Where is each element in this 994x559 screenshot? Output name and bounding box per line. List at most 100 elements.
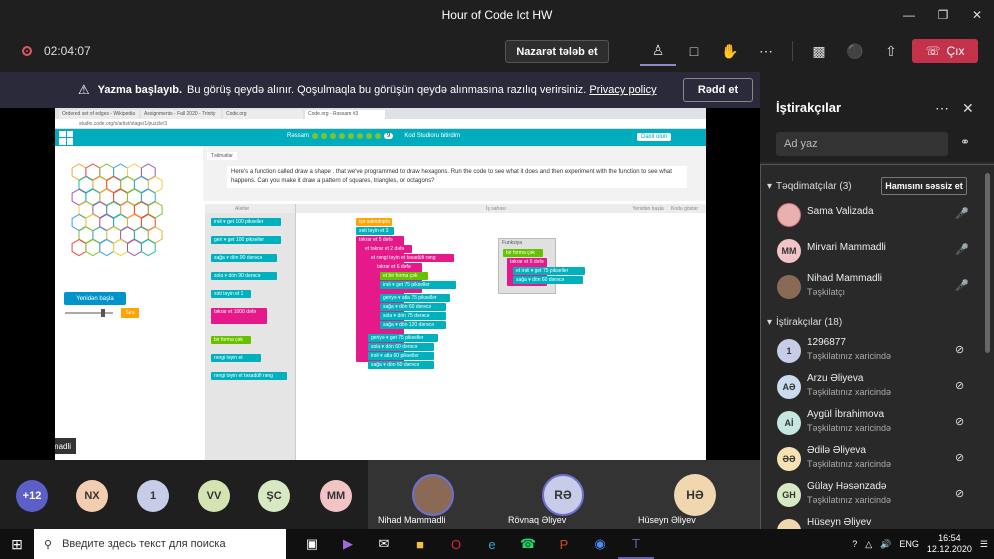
browser-tab-active[interactable]: Code.org - Rəssam #3 <box>305 110 385 119</box>
network-icon[interactable]: △ <box>865 539 872 550</box>
work-block[interactable]: sağa ▾ dön 120 dərəcə <box>380 321 446 329</box>
windows-start-icon[interactable]: ⊞ <box>0 529 34 559</box>
video-tile[interactable]: Nihad Mammadli <box>368 460 498 529</box>
work-block[interactable]: sağa ▾ dön 60 dərəcə <box>380 303 446 311</box>
participant-row[interactable]: ƏƏ Ədilə Əliyeva Təşkilatınız xaricində … <box>777 443 977 475</box>
volume-icon[interactable]: 🔊 <box>880 539 891 550</box>
participant-row[interactable]: AƏ Arzu Əliyeva Təşkilatınız xaricində ⊘ <box>777 371 977 403</box>
mic-icon[interactable]: ⚫ <box>837 36 873 66</box>
maximize-button[interactable]: ❐ <box>926 0 960 30</box>
restart-button[interactable]: Yenidən başla <box>632 206 663 212</box>
reset-button[interactable]: Yenidən başla <box>64 292 126 305</box>
work-block[interactable]: geriyə ▾ get 75 pikseller <box>368 334 438 342</box>
raise-hand-icon[interactable]: ✋ <box>712 36 748 66</box>
attendees-section-header[interactable]: ▾ İştirakçılar (18) <box>767 317 842 328</box>
people-icon[interactable]: ♙ <box>640 36 676 66</box>
participant-row[interactable]: GH Gülay Həsənzadə Təşkilatınız xaricind… <box>777 479 977 511</box>
work-block[interactable]: et təkrar et 2 dəfə <box>362 245 412 253</box>
teams-icon[interactable]: T <box>618 529 654 559</box>
chat-icon[interactable]: □ <box>676 36 712 66</box>
notifications-icon[interactable]: ☰ <box>980 539 988 550</box>
visual-studio-icon[interactable]: ▶ <box>330 529 366 559</box>
scrollbar[interactable] <box>985 173 990 353</box>
mute-all-button[interactable]: Hamısını səssiz et <box>881 177 967 195</box>
browser-url[interactable]: studio.code.org/s/artist/stage/1/puzzle/… <box>55 119 706 129</box>
overflow-participants-bubble[interactable]: +12 <box>16 480 48 512</box>
browser-tab[interactable]: Code.org <box>223 110 303 119</box>
minimize-button[interactable]: — <box>892 0 926 30</box>
more-icon[interactable]: ⋯ <box>748 36 784 66</box>
speed-slider[interactable] <box>65 309 113 317</box>
more-options-icon[interactable]: ⋯ <box>935 100 949 117</box>
toolbox-block[interactable]: geri ▾ get 100 pikseller <box>211 236 281 244</box>
toolbox-block[interactable]: təkrar et 1000 dəfə <box>211 308 267 324</box>
attendees-count: İştirakçılar (18) <box>776 317 843 328</box>
toolbox-block[interactable]: sağa ▾ dön 90 dərəcə <box>211 254 277 262</box>
presenters-section-header[interactable]: ▾ Təqdimatçılar (3) <box>767 181 852 192</box>
language-indicator[interactable]: ENG <box>899 539 919 549</box>
close-icon[interactable]: ✕ <box>962 100 974 117</box>
file-explorer-icon[interactable]: ■ <box>402 529 438 559</box>
participant-bubble[interactable]: MM <box>320 480 352 512</box>
video-tile[interactable]: HƏ Hüseyn Əliyev <box>628 460 760 529</box>
work-block[interactable]: irəli ▾ get 75 pikseller <box>380 281 456 289</box>
toolbox-block[interactable]: bir forma çək <box>211 336 251 344</box>
request-control-button[interactable]: Nazarət tələb et <box>505 40 609 63</box>
opera-icon[interactable]: O <box>438 529 474 559</box>
dismiss-banner-button[interactable]: Rədd et <box>683 78 753 102</box>
function-block[interactable]: bir forma çək <box>503 249 543 257</box>
function-block[interactable]: et irəli ▾ get 75 pikseller <box>513 267 585 275</box>
share-icon[interactable]: ⇧ <box>873 36 909 66</box>
participant-row[interactable]: MM Mirvari Mammadli 🎤 <box>777 235 977 267</box>
work-block[interactable]: irəli ▾ atla 60 pikseller <box>368 352 434 360</box>
participant-bubble[interactable]: 1 <box>137 480 169 512</box>
browser-tab[interactable]: Ordered set of edges - Wikipedia <box>59 110 139 119</box>
task-view-icon[interactable]: ▣ <box>294 529 330 559</box>
function-block[interactable]: sağa ▾ dön 60 dərəcə <box>513 276 583 284</box>
participant-search-input[interactable]: Ad yaz <box>776 132 948 156</box>
participant-bubble[interactable]: ŞC <box>258 480 290 512</box>
avatar <box>777 519 801 529</box>
leave-button[interactable]: ☏ Çıx <box>912 39 978 63</box>
participant-bubble[interactable]: NX <box>76 480 108 512</box>
step-button[interactable]: Sıra <box>121 308 139 318</box>
participant-row[interactable]: Nihad Mammadli Təşkilatçı 🎤 <box>777 271 977 303</box>
video-tile[interactable]: RƏ Rövnaq Əliyev <box>498 460 628 529</box>
help-icon[interactable]: ? <box>852 539 857 549</box>
clock[interactable]: 16:54 12.12.2020 <box>927 533 972 555</box>
participant-row[interactable]: 1 1296877 Təşkilatınız xaricində ⊘ <box>777 335 977 367</box>
chrome-icon[interactable]: ◉ <box>582 529 618 559</box>
participant-bubble[interactable]: VV <box>198 480 230 512</box>
privacy-policy-link[interactable]: Privacy policy <box>589 84 656 96</box>
work-block[interactable]: sola ▾ dön 60 dərəcə <box>368 343 434 351</box>
instructions-tab[interactable]: Təlimatlar <box>207 152 237 160</box>
toolbox-block[interactable]: rəngi təyin et təsadüfi rəng <box>211 372 287 380</box>
signin-button[interactable]: Daxil olun <box>637 133 672 141</box>
toolbox-block[interactable]: rəngi təyin et <box>211 354 261 362</box>
work-block[interactable]: işə salındıqda <box>356 218 392 226</box>
whatsapp-icon[interactable]: ☎ <box>510 529 546 559</box>
participant-row[interactable]: Hüseyn Əliyev <box>777 515 977 529</box>
work-block[interactable]: et rəngi təyin et təsadüfi rəng <box>368 254 454 262</box>
participant-name: Aygül İbrahimova <box>807 409 885 420</box>
close-window-button[interactable]: ✕ <box>960 0 994 30</box>
camera-off-icon[interactable]: ▩ <box>801 36 837 66</box>
edge-icon[interactable]: e <box>474 529 510 559</box>
show-code-button[interactable]: Kodu göstər <box>671 206 698 212</box>
participant-row[interactable]: Aİ Aygül İbrahimova Təşkilatınız xaricin… <box>777 407 977 439</box>
toolbox-block[interactable]: xəti təyin et 1 <box>211 290 251 298</box>
share-invite-icon[interactable]: ⚭ <box>960 135 970 149</box>
taskbar-search[interactable]: ⚲ Введите здесь текст для поиска <box>34 529 286 559</box>
participant-row[interactable]: Sama Valizada 🎤 <box>777 199 977 231</box>
work-block[interactable]: et bir forma çək <box>380 272 428 280</box>
work-block[interactable]: sola ▾ dön 75 dərəcə <box>380 312 446 320</box>
mail-icon[interactable]: ✉ <box>366 529 402 559</box>
work-block[interactable]: geriyə ▾ atla 75 pikseller <box>380 294 450 302</box>
powerpoint-icon[interactable]: P <box>546 529 582 559</box>
toolbox-block[interactable]: irəli ▾ get 100 pikseller <box>211 218 281 226</box>
work-block[interactable]: sağa ▾ dön 60 dərəcə <box>368 361 434 369</box>
toolbox-block[interactable]: sola ▾ dön 90 dərəcə <box>211 272 277 280</box>
work-block[interactable]: xəti təyin et 3 <box>356 227 394 235</box>
slider-handle[interactable] <box>101 309 105 317</box>
browser-tab[interactable]: Assignments - Fall 2020 - Trinity <box>141 110 221 119</box>
